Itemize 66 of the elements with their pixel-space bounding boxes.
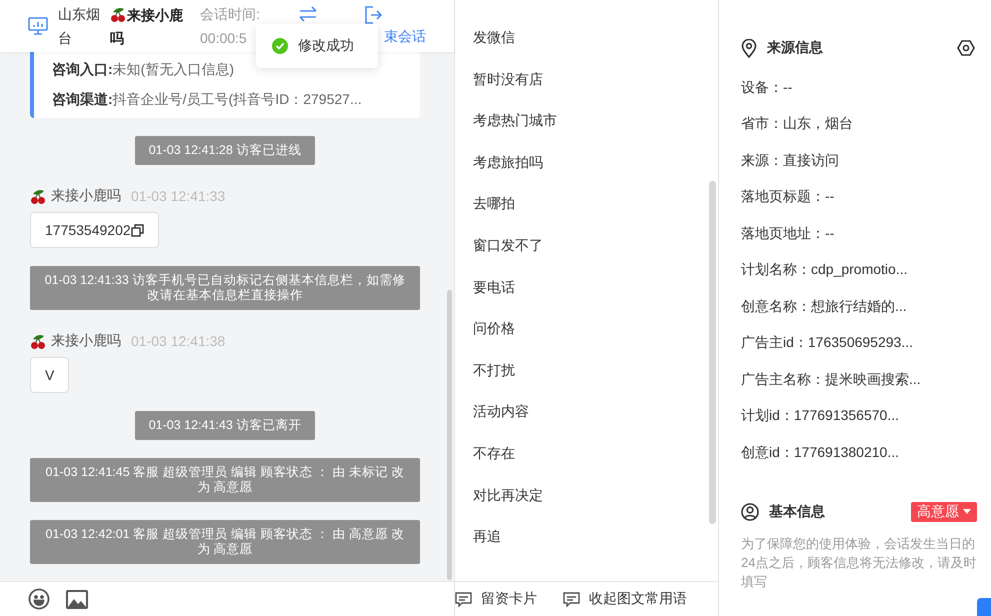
info-row-text: 落地页地址：-- bbox=[741, 224, 836, 242]
agent-name: 来接小鹿吗 bbox=[110, 4, 184, 48]
system-message: 01-03 12:42:01 客服 超级管理员 编辑 顾客状态 ： 由 高意愿 改为 高意愿 bbox=[30, 520, 420, 564]
quick-reply-item[interactable]: 对比再决定 bbox=[455, 484, 718, 526]
cherry-icon bbox=[30, 332, 47, 350]
message-time: 01-03 12:41:38 bbox=[131, 333, 226, 349]
quick-reply-item[interactable]: 活动内容 bbox=[455, 401, 718, 443]
settings-icon[interactable] bbox=[957, 39, 975, 57]
action-button[interactable]: 收起图文常用语 bbox=[563, 590, 687, 608]
message-bubble: V bbox=[30, 357, 70, 393]
info-row-text: 计划id：177691356570... bbox=[741, 406, 900, 425]
info-row-text: 广告主名称：提米映画搜索... bbox=[741, 370, 922, 388]
end-session-link[interactable]: 束会话 bbox=[384, 28, 426, 46]
sender-name: 来接小鹿吗 bbox=[51, 332, 121, 350]
info-row-text: 来源：直接访问 bbox=[741, 150, 840, 170]
session-time: 会话时间: 00:00:5 bbox=[200, 5, 261, 48]
system-message: 01-03 12:41:45 客服 超级管理员 编辑 顾客状态 ： 由 未标记 改为 高意愿 bbox=[30, 458, 420, 502]
system-message: 01-03 12:41:28 访客已进线 bbox=[134, 136, 316, 165]
cherry-icon bbox=[110, 6, 127, 22]
info-row-text: 省市：山东，烟台 bbox=[741, 114, 854, 133]
info-row-text: 创意名称：想旅行结婚的... bbox=[741, 296, 908, 316]
system-message: 01-03 12:41:43 访客已离开 bbox=[134, 411, 316, 440]
message-icon bbox=[455, 592, 472, 606]
caret-icon bbox=[963, 509, 971, 514]
status-dropdown[interactable]: 高意愿 bbox=[911, 502, 977, 522]
user-icon bbox=[741, 502, 759, 520]
quick-reply-item[interactable]: 考虑热门城市 bbox=[455, 110, 718, 152]
emoji-icon[interactable] bbox=[28, 588, 50, 610]
copy-icon[interactable] bbox=[130, 224, 144, 236]
check-icon bbox=[272, 38, 288, 54]
quick-reply-item[interactable]: 暂时没有店 bbox=[455, 68, 718, 110]
info-row-text: 设备：-- bbox=[741, 78, 794, 96]
quick-reply-item[interactable]: 问价格 bbox=[455, 318, 718, 360]
quick-reply-item[interactable]: 要电话 bbox=[455, 276, 718, 318]
transfer-icon[interactable] bbox=[298, 6, 318, 22]
system-message: 01-03 12:41:33 访客手机号已自动标记右侧基本信息栏，如需修改请在基本信息栏直接操作 bbox=[30, 266, 420, 310]
quick-reply-item[interactable]: 考虑旅拍吗 bbox=[455, 152, 718, 194]
location-text: 山东烟台 bbox=[58, 5, 100, 48]
message-time: 01-03 12:41:33 bbox=[131, 188, 226, 204]
message-icon bbox=[563, 592, 580, 606]
scrollbar[interactable] bbox=[709, 181, 716, 524]
info-row-text: 创意id：177691380210... bbox=[741, 442, 900, 462]
message-bubble: 17753549202 bbox=[30, 212, 159, 248]
quick-reply-item[interactable]: 不存在 bbox=[455, 442, 718, 485]
image-icon[interactable] bbox=[66, 590, 88, 608]
entry-row-text: 咨询入口:未知(暂无入口信息) bbox=[52, 60, 235, 79]
entry-row-text: 咨询渠道:抖音企业号/员工号(抖音号ID：279527... bbox=[52, 90, 363, 109]
quick-reply-item[interactable]: 去哪拍 bbox=[455, 193, 718, 235]
section-title: 来源信息 bbox=[767, 39, 824, 57]
info-row-text: 落地页标题：-- bbox=[741, 187, 836, 206]
monitor-icon bbox=[28, 17, 48, 35]
info-row-text: 计划名称：cdp_promotio... bbox=[741, 260, 908, 279]
action-button[interactable]: 留资卡片 bbox=[455, 590, 537, 608]
info-row-text: 广告主id：176350695293... bbox=[741, 333, 914, 352]
quick-reply-item[interactable]: 发微信 bbox=[455, 27, 718, 69]
sender-name: 来接小鹿吗 bbox=[51, 187, 121, 205]
quick-reply-item[interactable]: 窗口发不了 bbox=[455, 234, 718, 277]
exit-icon[interactable] bbox=[364, 6, 382, 24]
section-title: 基本信息 bbox=[769, 502, 826, 520]
notice-text: 为了保障您的使用体验，会话发生当日的24点之后，顾客信息将无法修改，请及时填写 bbox=[741, 534, 977, 590]
quick-reply-item[interactable]: 再追 bbox=[455, 526, 718, 568]
cherry-icon bbox=[30, 188, 47, 204]
toast-text: 修改成功 bbox=[298, 37, 354, 55]
scrollbar[interactable] bbox=[447, 290, 452, 580]
location-pin-icon bbox=[741, 38, 757, 58]
quick-reply-item[interactable]: 不打扰 bbox=[455, 360, 718, 402]
